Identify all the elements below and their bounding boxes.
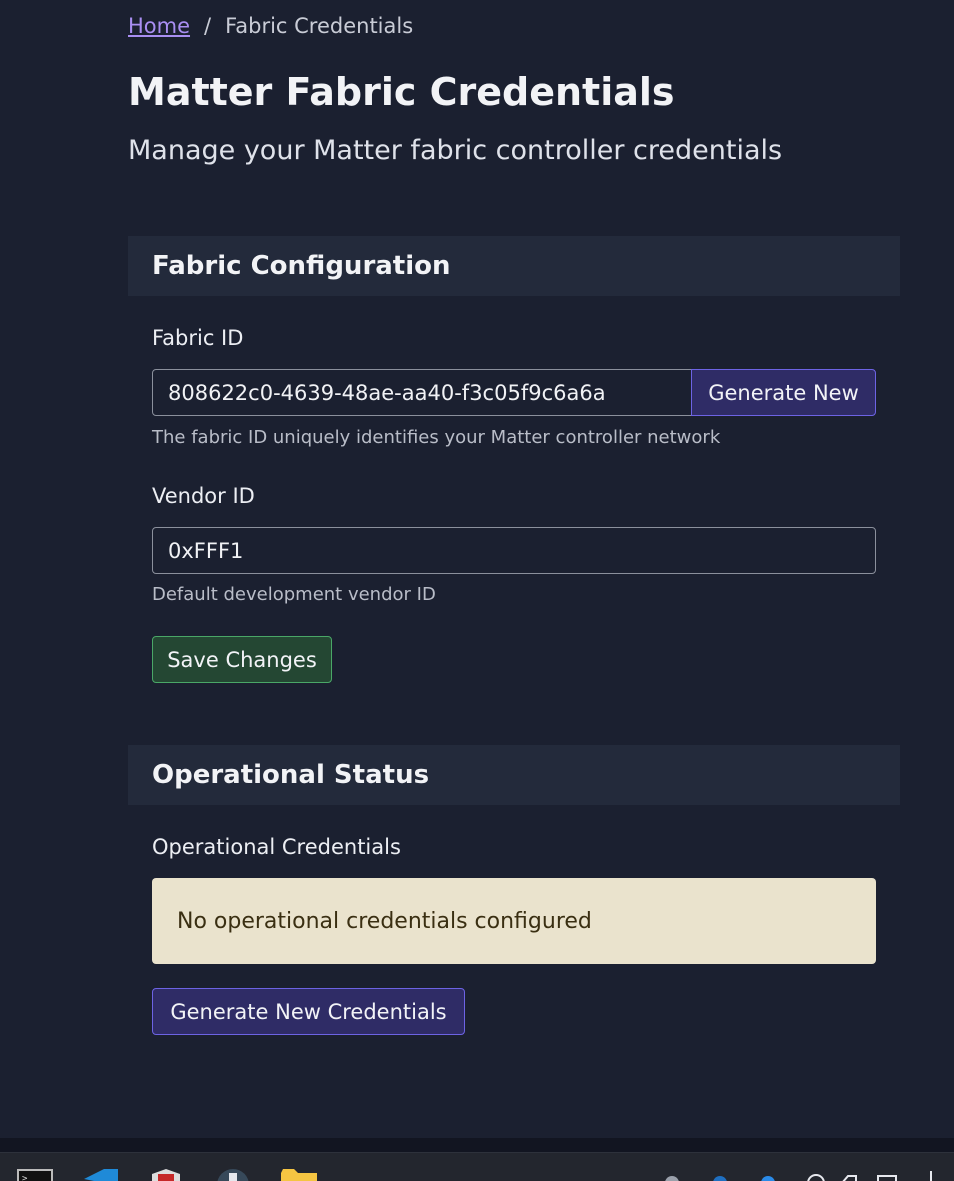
svg-text:>_: >_ xyxy=(22,1174,33,1181)
fabric-id-input[interactable] xyxy=(152,369,692,416)
file-explorer-icon[interactable] xyxy=(280,1168,318,1181)
fabric-configuration-title: Fabric Configuration xyxy=(152,251,451,281)
no-credentials-alert: No operational credentials configured xyxy=(152,878,876,964)
save-changes-button[interactable]: Save Changes xyxy=(152,636,332,683)
operational-credentials-label: Operational Credentials xyxy=(152,835,401,859)
operational-status-title: Operational Status xyxy=(152,760,430,790)
app-round-icon[interactable] xyxy=(215,1168,251,1181)
page-title: Matter Fabric Credentials xyxy=(128,70,675,114)
vendor-id-input[interactable] xyxy=(152,527,876,574)
breadcrumb: Home / Fabric Credentials xyxy=(128,14,413,38)
page-subtitle: Manage your Matter fabric controller cre… xyxy=(128,135,783,166)
fabric-id-label: Fabric ID xyxy=(152,326,244,350)
app-shield-icon[interactable] xyxy=(150,1168,182,1181)
fabric-configuration-header: Fabric Configuration xyxy=(128,236,900,296)
breadcrumb-separator: / xyxy=(204,14,212,38)
page: Home / Fabric Credentials Matter Fabric Cr… xyxy=(0,0,954,1181)
breadcrumb-home-link[interactable]: Home xyxy=(128,14,190,38)
terminal-icon[interactable]: >_ xyxy=(17,1168,53,1181)
generate-credentials-button[interactable]: Generate New Credentials xyxy=(152,988,465,1035)
operational-status-header: Operational Status xyxy=(128,745,900,805)
generate-fabric-id-button[interactable]: Generate New xyxy=(691,369,876,416)
vscode-icon[interactable] xyxy=(82,1168,120,1181)
vendor-id-help: Default development vendor ID xyxy=(152,584,436,605)
vendor-id-label: Vendor ID xyxy=(152,484,255,508)
taskbar: >_ xyxy=(0,1152,954,1181)
breadcrumb-current: Fabric Credentials xyxy=(225,14,414,38)
tray-icons[interactable] xyxy=(660,1168,940,1181)
fabric-id-help: The fabric ID uniquely identifies your M… xyxy=(152,427,721,448)
taskbar-divider xyxy=(0,1138,954,1152)
